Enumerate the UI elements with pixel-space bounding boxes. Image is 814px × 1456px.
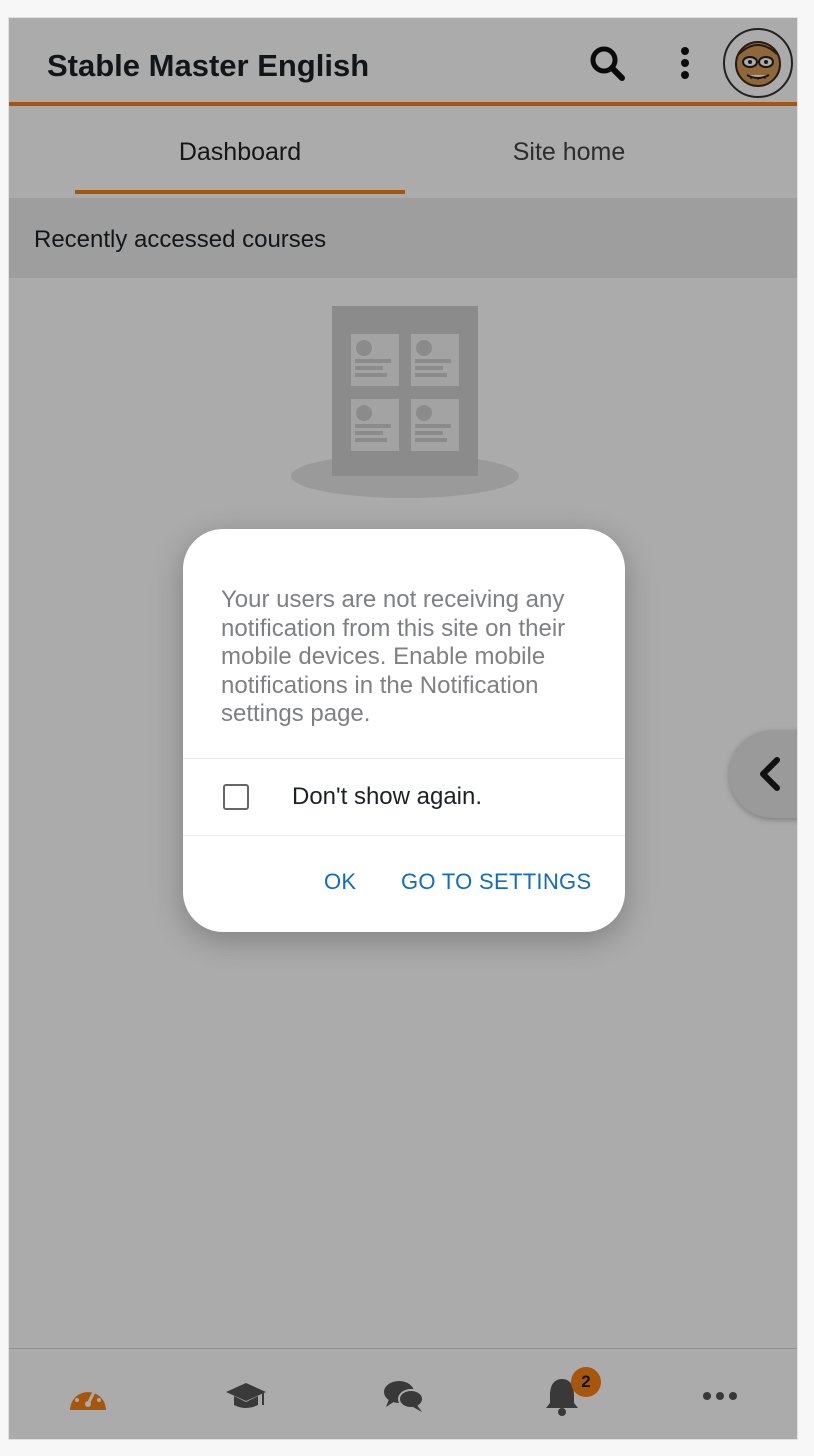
divider bbox=[183, 758, 625, 759]
divider bbox=[183, 835, 625, 836]
notification-alert-dialog: Your users are not receiving any notific… bbox=[183, 529, 625, 932]
dont-show-again-checkbox[interactable] bbox=[223, 784, 249, 810]
app-screen: Stable Master English Dashboard Site hom… bbox=[8, 17, 798, 1440]
ok-button[interactable]: OK bbox=[324, 869, 356, 895]
dialog-message: Your users are not receiving any notific… bbox=[221, 586, 566, 727]
go-to-settings-button[interactable]: GO TO SETTINGS bbox=[401, 869, 591, 895]
chevron-left-icon bbox=[760, 757, 780, 791]
dont-show-again-label[interactable]: Don't show again. bbox=[292, 783, 482, 811]
